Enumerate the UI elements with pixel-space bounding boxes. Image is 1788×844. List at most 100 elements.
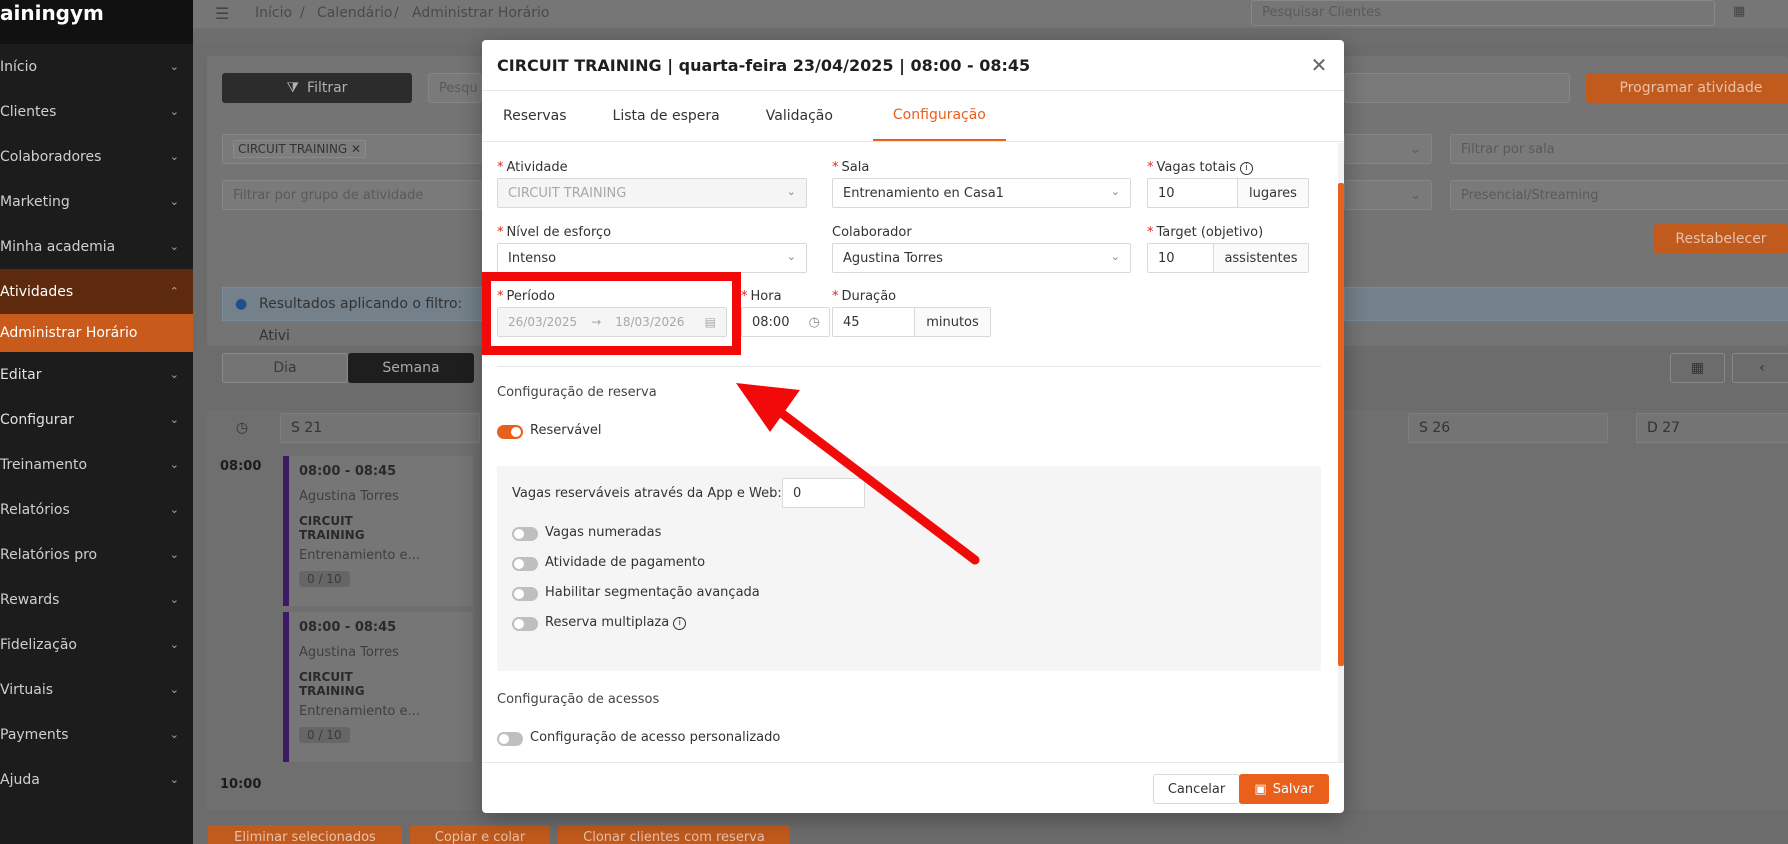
sidebar-item-relatorios-pro[interactable]: Relatórios pro ⌄ <box>0 532 193 577</box>
mode-filter[interactable]: Presencial/Streaming <box>1450 180 1788 210</box>
hour-picker[interactable]: 08:00 ◷ <box>741 307 830 337</box>
target-unit: assistentes <box>1213 243 1309 273</box>
info-icon[interactable]: i <box>1239 162 1253 175</box>
chevron-down-icon: ⌄ <box>169 368 179 381</box>
duration-label: * Duração <box>832 289 897 304</box>
filter-icon: ⧩ <box>286 80 300 96</box>
day-header-s21: S 21 <box>280 413 480 443</box>
save-button[interactable]: ▣ Salvar <box>1239 774 1329 804</box>
cancel-button[interactable]: Cancelar <box>1153 774 1240 804</box>
sidebar-item-editar[interactable]: Editar ⌄ <box>0 352 193 397</box>
tab-configuracao[interactable]: Configuração <box>872 91 1006 141</box>
sidebar-item-payments[interactable]: Payments ⌄ <box>0 712 193 757</box>
chevron-up-icon: ⌃ <box>169 285 179 298</box>
sidebar-item-virtuais[interactable]: Virtuais ⌄ <box>0 667 193 712</box>
advanced-segmentation-toggle[interactable] <box>512 587 538 601</box>
background-search-input-right[interactable] <box>1344 73 1570 103</box>
custom-access-toggle[interactable] <box>497 732 523 746</box>
collaborator-select[interactable]: Agustina Torres ⌄ <box>832 243 1131 273</box>
tab-validacao[interactable]: Validação <box>760 91 853 141</box>
sidebar-item-rewards[interactable]: Rewards ⌄ <box>0 577 193 622</box>
chevron-down-icon: ⌄ <box>786 185 796 198</box>
prev-week-button[interactable]: ‹ <box>1732 353 1788 383</box>
total-spots-input[interactable]: 10 <box>1147 178 1238 208</box>
background-search-input[interactable]: Pesqu <box>428 73 482 103</box>
chevron-down-icon: ⌄ <box>169 458 179 471</box>
sidebar-item-marketing[interactable]: Marketing ⌄ <box>0 179 193 224</box>
filter-dropdown-2[interactable]: ⌄ <box>1344 180 1432 210</box>
copy-paste-button[interactable]: Copiar e colar <box>410 825 550 844</box>
tab-reservas[interactable]: Reservas <box>497 91 587 141</box>
filter-dropdown[interactable]: ⌄ <box>1344 134 1432 164</box>
effort-select[interactable]: Intenso ⌄ <box>497 243 807 273</box>
program-activity-button[interactable]: Programar atividade <box>1586 73 1788 103</box>
chevron-down-icon: ⌄ <box>1410 141 1421 157</box>
modal-footer: Cancelar ▣ Salvar <box>482 762 1344 813</box>
app-web-spots-input[interactable]: 0 <box>782 478 865 508</box>
modal-body: * Atividade CIRCUIT TRAINING ⌄ * Sala Entre… <box>482 143 1344 763</box>
sidebar-item-clientes[interactable]: Clientes ⌄ <box>0 89 193 134</box>
info-banner-right <box>1344 287 1788 321</box>
chevron-down-icon: ⌄ <box>169 60 179 73</box>
room-filter[interactable]: Filtrar por sala <box>1450 134 1788 164</box>
sidebar-item-ajuda[interactable]: Ajuda ⌄ <box>0 757 193 802</box>
calendar-button[interactable]: ▦ <box>1670 353 1725 383</box>
target-input[interactable]: 10 <box>1147 243 1214 273</box>
close-icon[interactable]: ✕ <box>1308 54 1330 76</box>
clock-icon: ◷ <box>235 420 249 436</box>
event-card[interactable]: 08:00 - 08:45 Agustina Torres CIRCUIT TR… <box>283 612 473 762</box>
clone-clients-button[interactable]: Clonar clientes com reserva <box>558 825 790 844</box>
chevron-down-icon: ⌄ <box>1410 187 1421 203</box>
numbered-spots-toggle[interactable] <box>512 527 538 541</box>
filter-button[interactable]: ⧩ Filtrar <box>222 73 412 103</box>
duration-input[interactable]: 45 <box>832 307 915 337</box>
paid-activity-toggle[interactable] <box>512 557 538 571</box>
sidebar-item-administrar-horario[interactable]: Administrar Horário <box>0 314 193 352</box>
brand-logo: ainingym <box>0 0 193 44</box>
tab-lista-de-espera[interactable]: Lista de espera <box>607 91 740 141</box>
group-filter[interactable]: Filtrar por grupo de atividade <box>222 180 482 210</box>
sidebar-item-atividades[interactable]: Atividades ⌃ <box>0 269 193 314</box>
chevron-down-icon: ⌄ <box>169 593 179 606</box>
room-select[interactable]: Entrenamiento en Casa1 ⌄ <box>832 178 1131 208</box>
chevron-down-icon: ⌄ <box>169 503 179 516</box>
room-label: * Sala <box>832 160 870 175</box>
sidebar-item-treinamento[interactable]: Treinamento ⌄ <box>0 442 193 487</box>
chevron-down-icon: ⌄ <box>169 773 179 786</box>
time-slot-1000: 10:00 <box>220 777 262 792</box>
modal-header: CIRCUIT TRAINING | quarta-feira 23/04/20… <box>482 40 1344 91</box>
menu-icon[interactable]: ☰ <box>215 4 229 23</box>
sidebar-item-relatorios[interactable]: Relatórios ⌄ <box>0 487 193 532</box>
access-section-title: Configuração de acessos <box>497 692 660 707</box>
calendar-icon[interactable]: ▦ <box>1733 4 1745 19</box>
sidebar: ainingym Início ⌄ Clientes ⌄ Colaboradores… <box>0 0 193 844</box>
reset-button[interactable]: Restabelecer <box>1654 224 1788 254</box>
breadcrumb-item-inicio[interactable]: Início <box>255 5 292 21</box>
view-week-button[interactable]: Semana <box>348 353 474 383</box>
reservable-toggle[interactable] <box>497 425 523 439</box>
total-spots-label: * Vagas totais i <box>1147 160 1253 175</box>
time-slot-0800: 08:00 <box>220 459 262 474</box>
sidebar-item-configurar[interactable]: Configurar ⌄ <box>0 397 193 442</box>
custom-access-label: Configuração de acesso personalizado <box>530 730 781 745</box>
activity-filter[interactable]: CIRCUIT TRAINING ✕ <box>222 134 482 164</box>
activity-select: CIRCUIT TRAINING ⌄ <box>497 178 807 208</box>
view-day-button[interactable]: Dia <box>222 353 348 383</box>
event-card[interactable]: 08:00 - 08:45 Agustina Torres CIRCUIT TR… <box>283 456 473 606</box>
delete-selected-button[interactable]: Eliminar selecionados <box>208 825 402 844</box>
breadcrumb-item-administrar-horario: Administrar Horário <box>412 5 550 21</box>
chevron-down-icon: ⌄ <box>169 728 179 741</box>
breadcrumb-separator: / <box>300 5 305 21</box>
chevron-down-icon: ⌄ <box>1110 250 1120 263</box>
sidebar-item-inicio[interactable]: Início ⌄ <box>0 44 193 89</box>
divider <box>497 366 1321 367</box>
breadcrumb-item-calendario[interactable]: Calendário <box>317 5 392 21</box>
sidebar-item-colaboradores[interactable]: Colaboradores ⌄ <box>0 134 193 179</box>
info-icon[interactable]: i <box>673 617 687 630</box>
modal-tabs: Reservas Lista de espera Validação Confi… <box>482 91 1344 142</box>
client-search-input[interactable]: Pesquisar Clientes <box>1251 0 1715 26</box>
sidebar-item-minha-academia[interactable]: Minha academia ⌄ <box>0 224 193 269</box>
multiplaza-toggle[interactable] <box>512 617 538 631</box>
reservable-label: Reservável <box>530 423 602 438</box>
sidebar-item-fidelizacao[interactable]: Fidelização ⌄ <box>0 622 193 667</box>
